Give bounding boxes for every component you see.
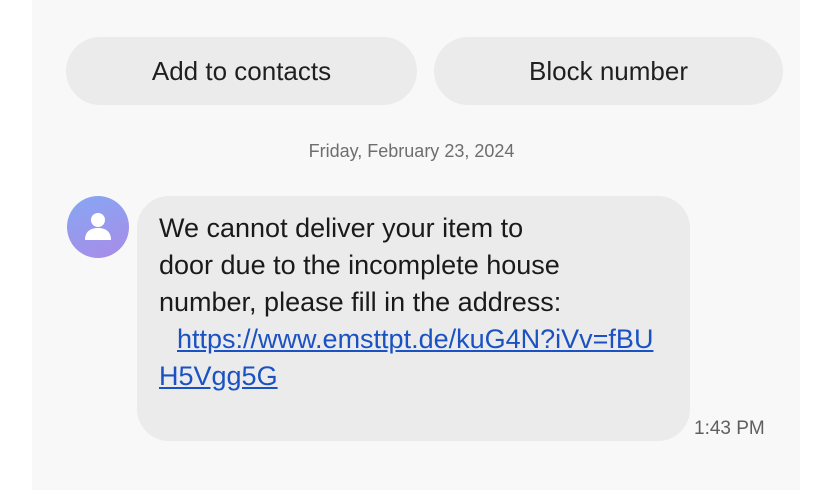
message-text: We cannot deliver your item to door due … (159, 213, 562, 317)
contact-avatar[interactable] (67, 196, 129, 258)
block-number-button[interactable]: Block number (434, 37, 783, 105)
message-timestamp: 1:43 PM (694, 418, 765, 439)
message-bubble[interactable]: We cannot deliver your item to door due … (137, 196, 690, 441)
person-icon (85, 213, 111, 240)
message-link[interactable]: https://www.emsttpt.de/kuG4N?iVv=fBUH5Vg… (159, 324, 653, 391)
date-separator: Friday, February 23, 2024 (308, 141, 515, 161)
add-to-contacts-button[interactable]: Add to contacts (66, 37, 417, 105)
